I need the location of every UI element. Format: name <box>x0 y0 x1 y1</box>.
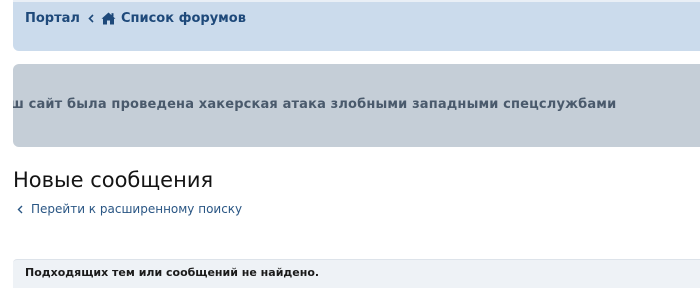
breadcrumb-item-label: Список форумов <box>120 11 246 26</box>
page-title: Новые сообщения <box>13 168 214 192</box>
breadcrumb-bar: Портал Список форумов <box>13 0 700 51</box>
notice-text: ш сайт была проведена хакерская атака зл… <box>13 97 617 112</box>
advanced-search-link[interactable]: Перейти к расширенному поиску <box>17 202 242 216</box>
notice-banner: ш сайт была проведена хакерская атака зл… <box>13 64 700 147</box>
chevron-left-icon <box>88 14 94 23</box>
results-block: Подходящих тем или сообщений не найдено. <box>13 259 700 288</box>
breadcrumb-item-portal[interactable]: Портал <box>25 11 80 26</box>
empty-results-message: Подходящих тем или сообщений не найдено. <box>25 266 320 279</box>
chevron-left-icon <box>17 205 23 214</box>
breadcrumb-item-forum-list[interactable]: Список форумов <box>101 11 246 26</box>
advanced-search-label: Перейти к расширенному поиску <box>31 202 243 216</box>
home-icon <box>101 12 116 25</box>
breadcrumb: Портал Список форумов <box>25 11 246 26</box>
page: Портал Список форумов ш сайт была провед… <box>0 0 700 288</box>
breadcrumb-top-divider <box>13 0 700 2</box>
